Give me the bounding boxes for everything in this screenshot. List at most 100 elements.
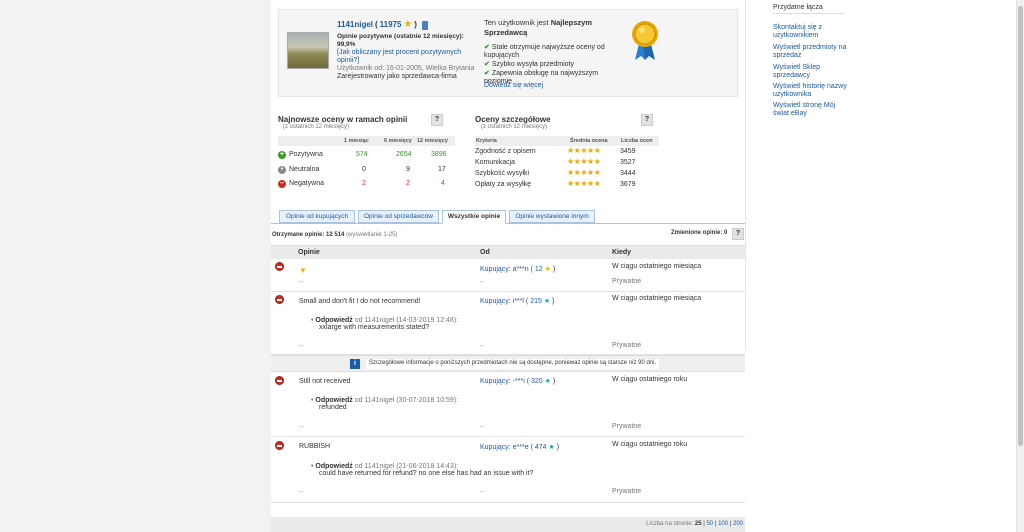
detailed-ratings-subtitle: (z ostatnich 12 miesięcy): [481, 124, 548, 130]
feedback-text: Small and don't fit I do not recommend!: [299, 298, 421, 305]
criteria-label: Szybkość wysyłki: [475, 170, 530, 177]
rating-value[interactable]: 17: [438, 166, 446, 173]
main-content: 1141nigel ( 11975 ★ ) Opinie pozytywne (…: [271, 0, 745, 532]
feedback-row: Small and don't fit I do not recommend! …: [271, 292, 745, 355]
negative-icon: –: [278, 180, 286, 188]
recent-help-button[interactable]: ?: [431, 114, 443, 126]
seller-reply: • Odpowiedź od 1141nigel (14-03-2019 12:…: [311, 317, 459, 331]
sidebar-link-items[interactable]: Wyświetl przedmioty na sprzedaż: [773, 44, 848, 60]
private-label: Prywatne: [612, 423, 642, 430]
learn-more-link[interactable]: Dowiedz się więcej: [484, 82, 543, 89]
rating-value[interactable]: 9: [406, 166, 410, 173]
sidebar-link-my-world[interactable]: Wyświetl stronę Mój świat eBay: [773, 102, 848, 118]
price-placeholder: --: [480, 489, 485, 496]
scrollbar-thumb[interactable]: [1018, 6, 1023, 446]
tab-buyer-feedback[interactable]: Opinie od kupujących: [279, 210, 355, 223]
recent-table-header: 1 miesiąc 6 miesięcy 12 miesięcy: [278, 136, 455, 146]
tab-seller-feedback[interactable]: Opinie od sprzedawców: [358, 210, 439, 223]
negative-icon: [275, 295, 284, 304]
feedback-row: ▼ Kupujący: a***n ( 12 ★ ) W ciągu ostat…: [271, 259, 745, 292]
positive-label: Opinie pozytywne (ostatnie 12 miesięcy):: [337, 33, 464, 40]
buyer-link[interactable]: Kupujący: a***n ( 12: [480, 266, 543, 273]
score-open: (: [374, 20, 378, 29]
feedback-when: W ciągu ostatniego miesiąca: [612, 263, 702, 270]
positive-value: 99,9%: [337, 41, 356, 48]
positive-icon: +: [278, 151, 286, 159]
rating-label: Neutralna: [289, 166, 320, 173]
recent-ratings-subtitle: (z ostatnich 12 miesięcy): [283, 124, 350, 130]
buyer-link[interactable]: Kupujący: e***e ( 474: [480, 444, 547, 451]
avatar[interactable]: [287, 32, 329, 69]
price-placeholder: --: [480, 343, 485, 350]
rating-value[interactable]: 2: [406, 180, 410, 187]
feedback-score[interactable]: 11975: [380, 20, 402, 29]
changed-help-button[interactable]: ?: [732, 228, 744, 240]
rating-value: 0: [362, 166, 366, 173]
col-12-months: 12 miesięcy: [417, 138, 448, 144]
tab-feedback-left[interactable]: Opinie wystawione innym: [509, 210, 595, 223]
sidebar-link-store[interactable]: Wyświetl Sklep sprzedawcy: [773, 64, 848, 80]
negative-icon: [275, 376, 284, 385]
per-page-option[interactable]: 200: [733, 521, 743, 527]
username-link[interactable]: 1141nigel: [337, 20, 373, 29]
profile-box: 1141nigel ( 11975 ★ ) Opinie pozytywne (…: [278, 9, 738, 97]
info-icon: i: [350, 359, 360, 369]
detailed-row: Szybkość wysyłki ★★★★★ 3444: [475, 168, 659, 179]
sidebar-title: Przydatne łącza: [773, 4, 823, 11]
detailed-help-button[interactable]: ?: [641, 114, 653, 126]
info-message: Szczegółowe informacje o poniższych prze…: [366, 359, 660, 369]
star-icon: ★: [548, 444, 555, 451]
negative-icon: [275, 262, 284, 271]
scrollbar[interactable]: [1016, 0, 1024, 532]
seller-reply: • Odpowiedź od 1141nigel (21-06-2018 14:…: [311, 463, 534, 477]
detailed-ratings-title: Oceny szczegółowe: [475, 115, 551, 124]
sidebar-divider: [773, 13, 845, 14]
feedback-row: RUBBISH Kupujący: e***e ( 474 ★ ) W ciąg…: [271, 437, 745, 503]
col-when: Kiedy: [612, 249, 632, 256]
rating-value[interactable]: 574: [356, 151, 368, 158]
criteria-label: Zgodność z opisem: [475, 148, 536, 155]
calc-link[interactable]: [Jak obliczany jest procent pozytywnych …: [337, 49, 477, 65]
col-average: Średnia ocena: [570, 138, 608, 144]
star-icon: ★: [544, 378, 551, 385]
price-placeholder: --: [480, 424, 485, 431]
top-seller-point: ✔ Szybko wysyła przedmioty: [484, 61, 574, 68]
buyer-link[interactable]: Kupujący: -***i ( 320: [480, 378, 543, 385]
stars-icon: ★★★★★: [567, 179, 601, 188]
sidebar-link-contact[interactable]: Skontaktuj się z użytkownikiem: [773, 24, 848, 40]
feedback-when: W ciągu ostatniego roku: [612, 441, 688, 448]
detailed-row: Komunikacja ★★★★★ 3527: [475, 157, 659, 168]
recent-row-negative: – Negatywna 2 2 4: [278, 179, 455, 191]
stars-icon: ★★★★★: [567, 146, 601, 155]
top-seller-medal-icon: [632, 21, 658, 60]
detailed-row: Zgodność z opisem ★★★★★ 3459: [475, 146, 659, 157]
item-placeholder: --: [299, 424, 304, 431]
sidebar: Przydatne łącza Skontaktuj się z użytkow…: [745, 0, 1024, 532]
col-count: Liczba ocen: [621, 138, 653, 144]
negative-icon: [275, 441, 284, 450]
received-summary: Otrzymane opinie: 12 514 (wyświetlanie 1…: [272, 232, 398, 238]
col-criteria: Kryteria: [476, 138, 497, 144]
per-page-option[interactable]: 50: [706, 521, 713, 527]
rating-value[interactable]: 2654: [396, 151, 412, 158]
item-placeholder: --: [299, 343, 304, 350]
me-page-icon[interactable]: [421, 20, 428, 30]
criteria-label: Opłaty za wysyłkę: [475, 181, 532, 188]
rating-label: Negatywna: [289, 180, 325, 187]
per-page-option[interactable]: 100: [718, 521, 728, 527]
feedback-text: RUBBISH: [299, 443, 331, 450]
price-placeholder: --: [480, 279, 485, 286]
buyer-link[interactable]: Kupujący: i***l ( 215: [480, 298, 542, 305]
criteria-count: 3679: [620, 181, 636, 188]
stars-icon: ★★★★★: [567, 168, 601, 177]
rating-value[interactable]: 3896: [431, 151, 447, 158]
feedback-from: Kupujący: -***i ( 320 ★ ): [480, 378, 556, 385]
sidebar-link-history[interactable]: Wyświetl historię nazwy użytkownika: [773, 83, 848, 99]
score-close: ): [414, 20, 417, 29]
per-page-option[interactable]: 25: [695, 521, 702, 527]
feedback-text: Still not received: [299, 378, 351, 385]
changed-summary: Zmienione opinie: 0: [671, 230, 728, 236]
rating-value[interactable]: 2: [362, 180, 366, 187]
rating-value[interactable]: 4: [441, 180, 445, 187]
tab-all-feedback[interactable]: Wszystkie opinie: [442, 210, 506, 224]
